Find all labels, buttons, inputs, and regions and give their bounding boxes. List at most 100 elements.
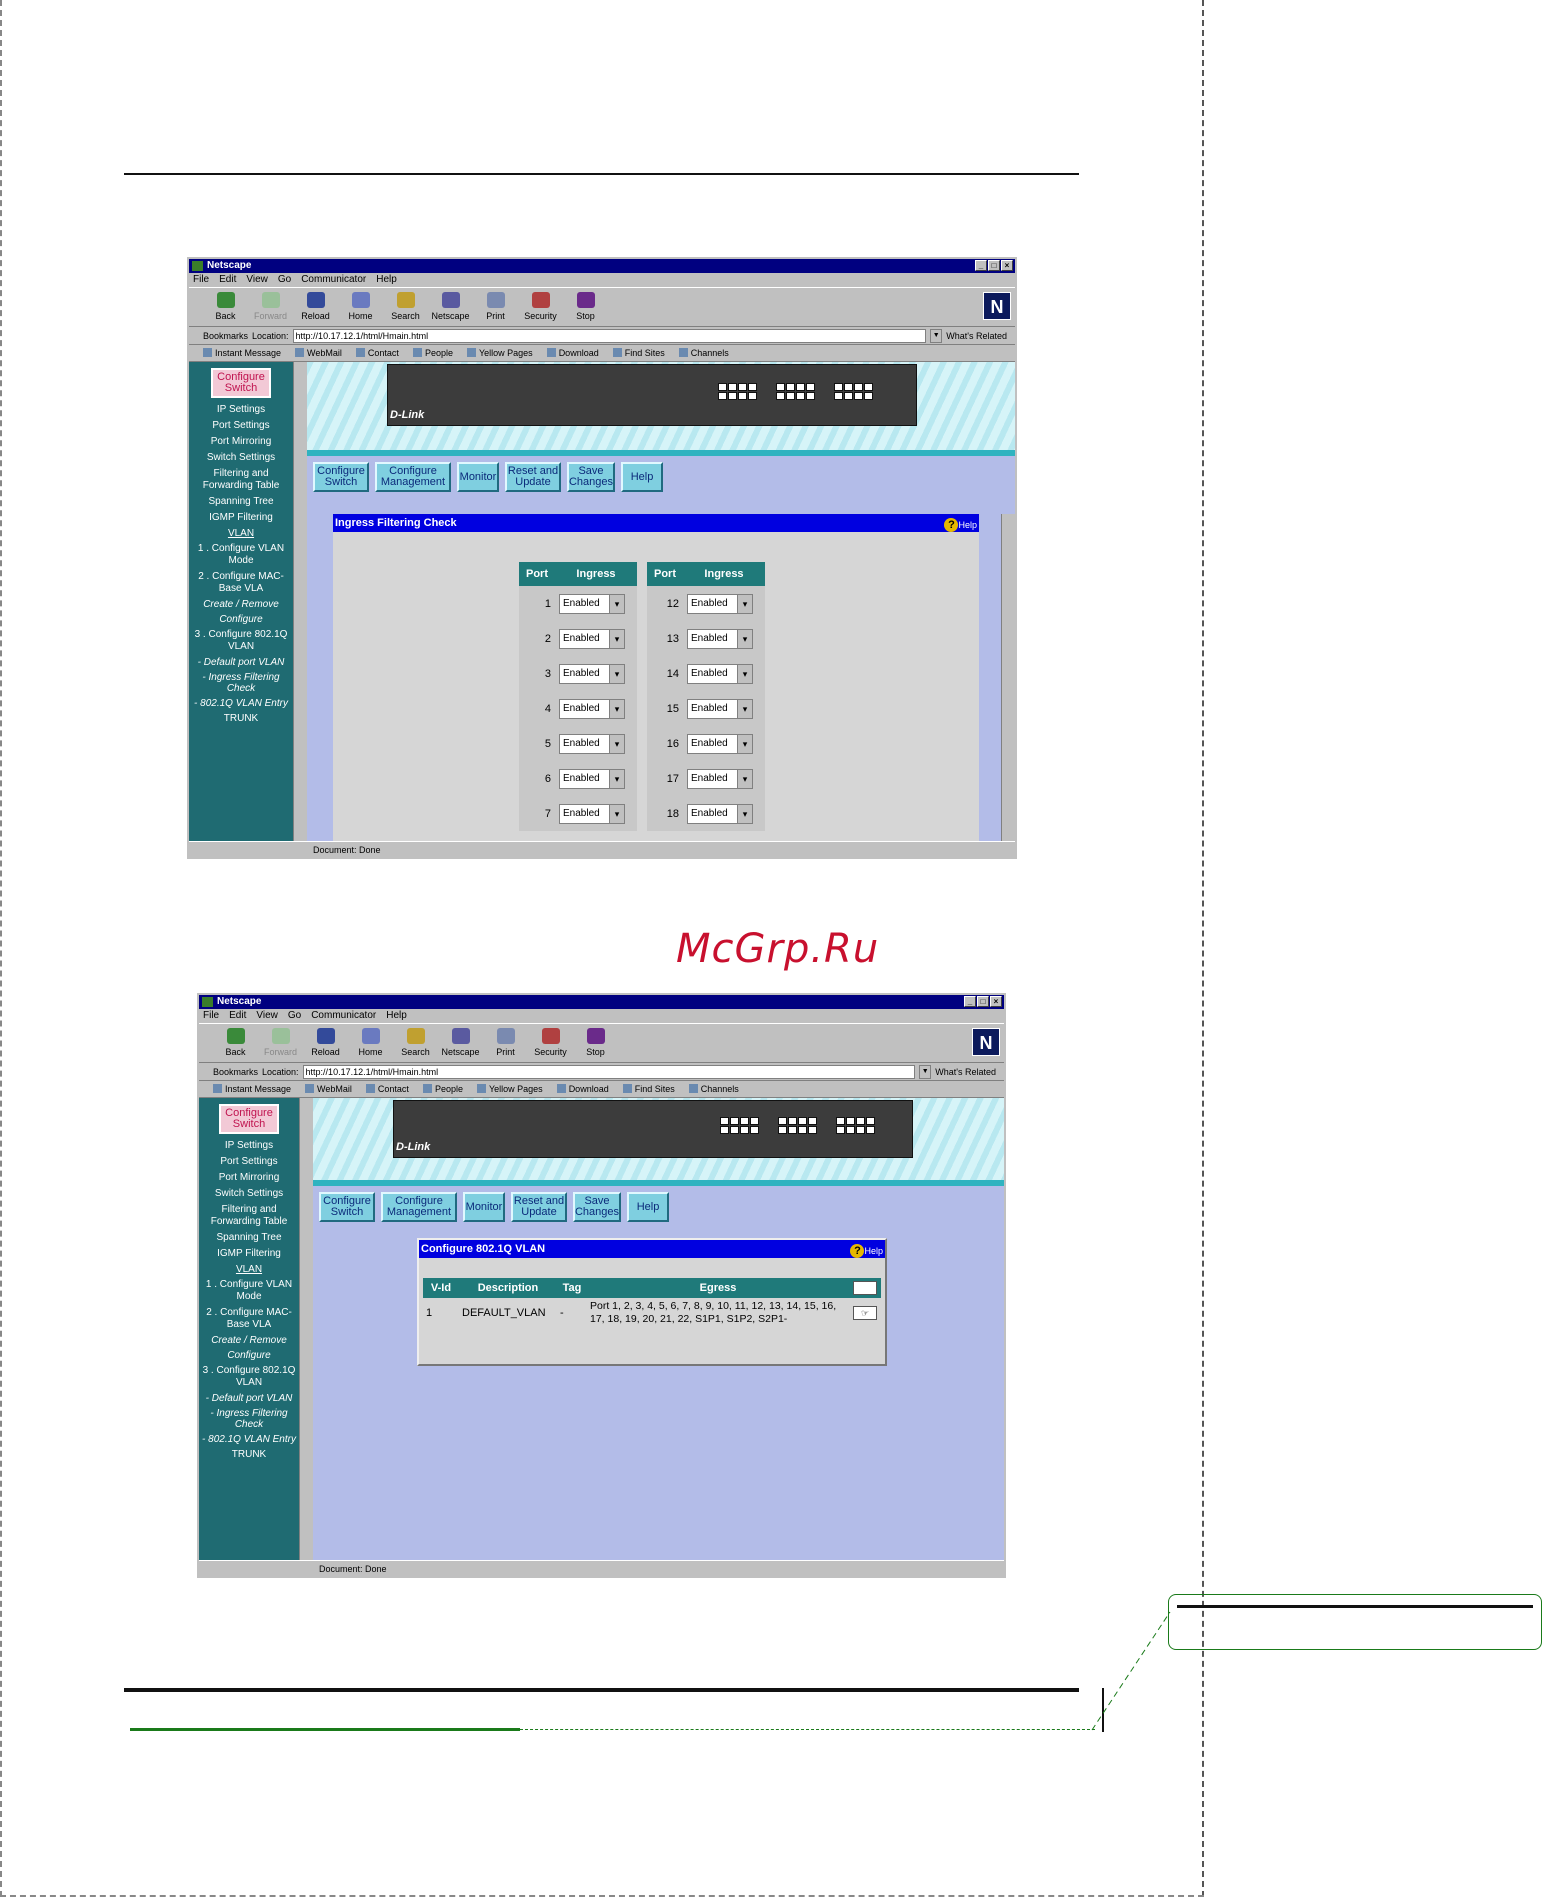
edit-entry-hand-icon[interactable]: ☞	[853, 1306, 877, 1320]
download-link[interactable]: Download	[547, 348, 599, 358]
add-entry-hand-icon[interactable]: ☞	[853, 1281, 877, 1295]
search-button[interactable]: Search	[393, 1024, 438, 1062]
yellow-pages-link[interactable]: Yellow Pages	[467, 348, 533, 358]
reload-button[interactable]: Reload	[293, 288, 338, 326]
menu-help[interactable]: Help	[376, 273, 397, 287]
sidebar-item-spanning-tree[interactable]: Spanning Tree	[189, 496, 293, 508]
sidebar-item-configure[interactable]: Configure	[189, 614, 293, 625]
contact-link[interactable]: Contact	[356, 348, 399, 358]
search-button[interactable]: Search	[383, 288, 428, 326]
stop-button[interactable]: Stop	[563, 288, 608, 326]
back-button[interactable]: Back	[213, 1024, 258, 1062]
whats-related-button[interactable]: What's Related	[946, 331, 1015, 341]
nav-help[interactable]: Help	[627, 1192, 669, 1222]
ingress-select[interactable]: Enabled	[687, 698, 753, 719]
sidebar-item-create-remove[interactable]: Create / Remove	[189, 599, 293, 610]
nav-configure-management[interactable]: Configure Management	[381, 1192, 457, 1222]
sidebar-item-8021q-vlan[interactable]: 3 . Configure 802.1Q VLAN	[199, 1365, 299, 1389]
sidebar-item-igmp-filtering[interactable]: IGMP Filtering	[199, 1248, 299, 1260]
nav-monitor[interactable]: Monitor	[457, 462, 499, 492]
nav-help[interactable]: Help	[621, 462, 663, 492]
sidebar-item-port-settings[interactable]: Port Settings	[199, 1156, 299, 1168]
ingress-select[interactable]: Enabled	[559, 803, 625, 824]
security-button[interactable]: Security	[518, 288, 563, 326]
menu-file[interactable]: File	[203, 1009, 219, 1023]
nav-save-changes[interactable]: Save Changes	[567, 462, 615, 492]
netscape-button[interactable]: Netscape	[438, 1024, 483, 1062]
configure-switch-badge[interactable]: Configure Switch	[211, 368, 271, 398]
menu-help[interactable]: Help	[386, 1009, 407, 1023]
menu-go[interactable]: Go	[288, 1009, 301, 1023]
ingress-select[interactable]: Enabled	[559, 628, 625, 649]
url-input[interactable]: http://10.17.12.1/html/Hmain.html	[302, 1064, 916, 1079]
channels-link[interactable]: Channels	[689, 1084, 739, 1094]
panel-help-button[interactable]: ? Help	[850, 1242, 883, 1260]
ingress-select[interactable]: Enabled	[687, 803, 753, 824]
sidebar-item-port-settings[interactable]: Port Settings	[189, 420, 293, 432]
webmail-link[interactable]: WebMail	[295, 348, 342, 358]
configure-switch-badge[interactable]: Configure Switch	[219, 1104, 279, 1134]
home-button[interactable]: Home	[338, 288, 383, 326]
minimize-button[interactable]: _	[975, 260, 987, 271]
sidebar-item-ingress-filtering[interactable]: - Ingress Filtering Check	[189, 672, 293, 694]
home-button[interactable]: Home	[348, 1024, 393, 1062]
ingress-select[interactable]: Enabled	[687, 663, 753, 684]
content-scrollbar[interactable]	[1001, 514, 1015, 845]
ingress-select[interactable]: Enabled	[559, 663, 625, 684]
sidebar-item-create-remove[interactable]: Create / Remove	[199, 1335, 299, 1346]
menu-file[interactable]: File	[193, 273, 209, 287]
instant-message-link[interactable]: Instant Message	[203, 348, 281, 358]
nav-monitor[interactable]: Monitor	[463, 1192, 505, 1222]
instant-message-link[interactable]: Instant Message	[213, 1084, 291, 1094]
sidebar-item-trunk[interactable]: TRUNK	[189, 713, 293, 725]
forward-button[interactable]: Forward	[258, 1024, 303, 1062]
yellow-pages-link[interactable]: Yellow Pages	[477, 1084, 543, 1094]
sidebar-item-default-port-vlan[interactable]: - Default port VLAN	[189, 657, 293, 668]
ingress-select[interactable]: Enabled	[559, 593, 625, 614]
menu-go[interactable]: Go	[278, 273, 291, 287]
nav-reset-update[interactable]: Reset and Update	[505, 462, 561, 492]
sidebar-item-trunk[interactable]: TRUNK	[199, 1449, 299, 1461]
nav-configure-management[interactable]: Configure Management	[375, 462, 451, 492]
sidebar-item-mac-base-vlan[interactable]: 2 . Configure MAC-Base VLA	[199, 1307, 299, 1331]
sidebar-item-8021q-vlan[interactable]: 3 . Configure 802.1Q VLAN	[189, 629, 293, 653]
sidebar-item-ip-settings[interactable]: IP Settings	[189, 404, 293, 416]
ingress-select[interactable]: Enabled	[559, 698, 625, 719]
netscape-button[interactable]: Netscape	[428, 288, 473, 326]
sidebar-item-port-mirroring[interactable]: Port Mirroring	[189, 436, 293, 448]
sidebar-item-vlan[interactable]: VLAN	[189, 528, 293, 539]
contact-link[interactable]: Contact	[366, 1084, 409, 1094]
nav-reset-update[interactable]: Reset and Update	[511, 1192, 567, 1222]
people-link[interactable]: People	[413, 348, 453, 358]
sidebar-item-vlan-entry[interactable]: - 802.1Q VLAN Entry	[189, 698, 293, 709]
ingress-select[interactable]: Enabled	[687, 593, 753, 614]
menu-view[interactable]: View	[256, 1009, 278, 1023]
sidebar-item-igmp-filtering[interactable]: IGMP Filtering	[189, 512, 293, 524]
nav-configure-switch[interactable]: Configure Switch	[319, 1192, 375, 1222]
nav-save-changes[interactable]: Save Changes	[573, 1192, 621, 1222]
find-sites-link[interactable]: Find Sites	[613, 348, 665, 358]
url-dropdown-icon[interactable]: ▼	[919, 1064, 932, 1079]
stop-button[interactable]: Stop	[573, 1024, 618, 1062]
menu-communicator[interactable]: Communicator	[311, 1009, 376, 1023]
whats-related-button[interactable]: What's Related	[935, 1067, 1004, 1077]
minimize-button[interactable]: _	[964, 996, 976, 1007]
close-button[interactable]: ×	[1001, 260, 1013, 271]
ingress-select[interactable]: Enabled	[687, 768, 753, 789]
sidebar-item-spanning-tree[interactable]: Spanning Tree	[199, 1232, 299, 1244]
url-dropdown-icon[interactable]: ▼	[930, 328, 943, 343]
url-input[interactable]: http://10.17.12.1/html/Hmain.html	[292, 328, 927, 343]
sidebar-item-switch-settings[interactable]: Switch Settings	[189, 452, 293, 464]
back-button[interactable]: Back	[203, 288, 248, 326]
sidebar-item-port-mirroring[interactable]: Port Mirroring	[199, 1172, 299, 1184]
print-button[interactable]: Print	[473, 288, 518, 326]
maximize-button[interactable]: □	[988, 260, 1000, 271]
panel-help-button[interactable]: ? Help	[944, 516, 977, 534]
sidebar-item-default-port-vlan[interactable]: - Default port VLAN	[199, 1393, 299, 1404]
sidebar-item-ip-settings[interactable]: IP Settings	[199, 1140, 299, 1152]
close-button[interactable]: ×	[990, 996, 1002, 1007]
sidebar-item-ingress-filtering[interactable]: - Ingress Filtering Check	[199, 1408, 299, 1430]
sidebar-item-filtering[interactable]: Filtering and Forwarding Table	[189, 468, 293, 492]
sidebar-item-configure-vlan-mode[interactable]: 1 . Configure VLAN Mode	[199, 1279, 299, 1303]
maximize-button[interactable]: □	[977, 996, 989, 1007]
